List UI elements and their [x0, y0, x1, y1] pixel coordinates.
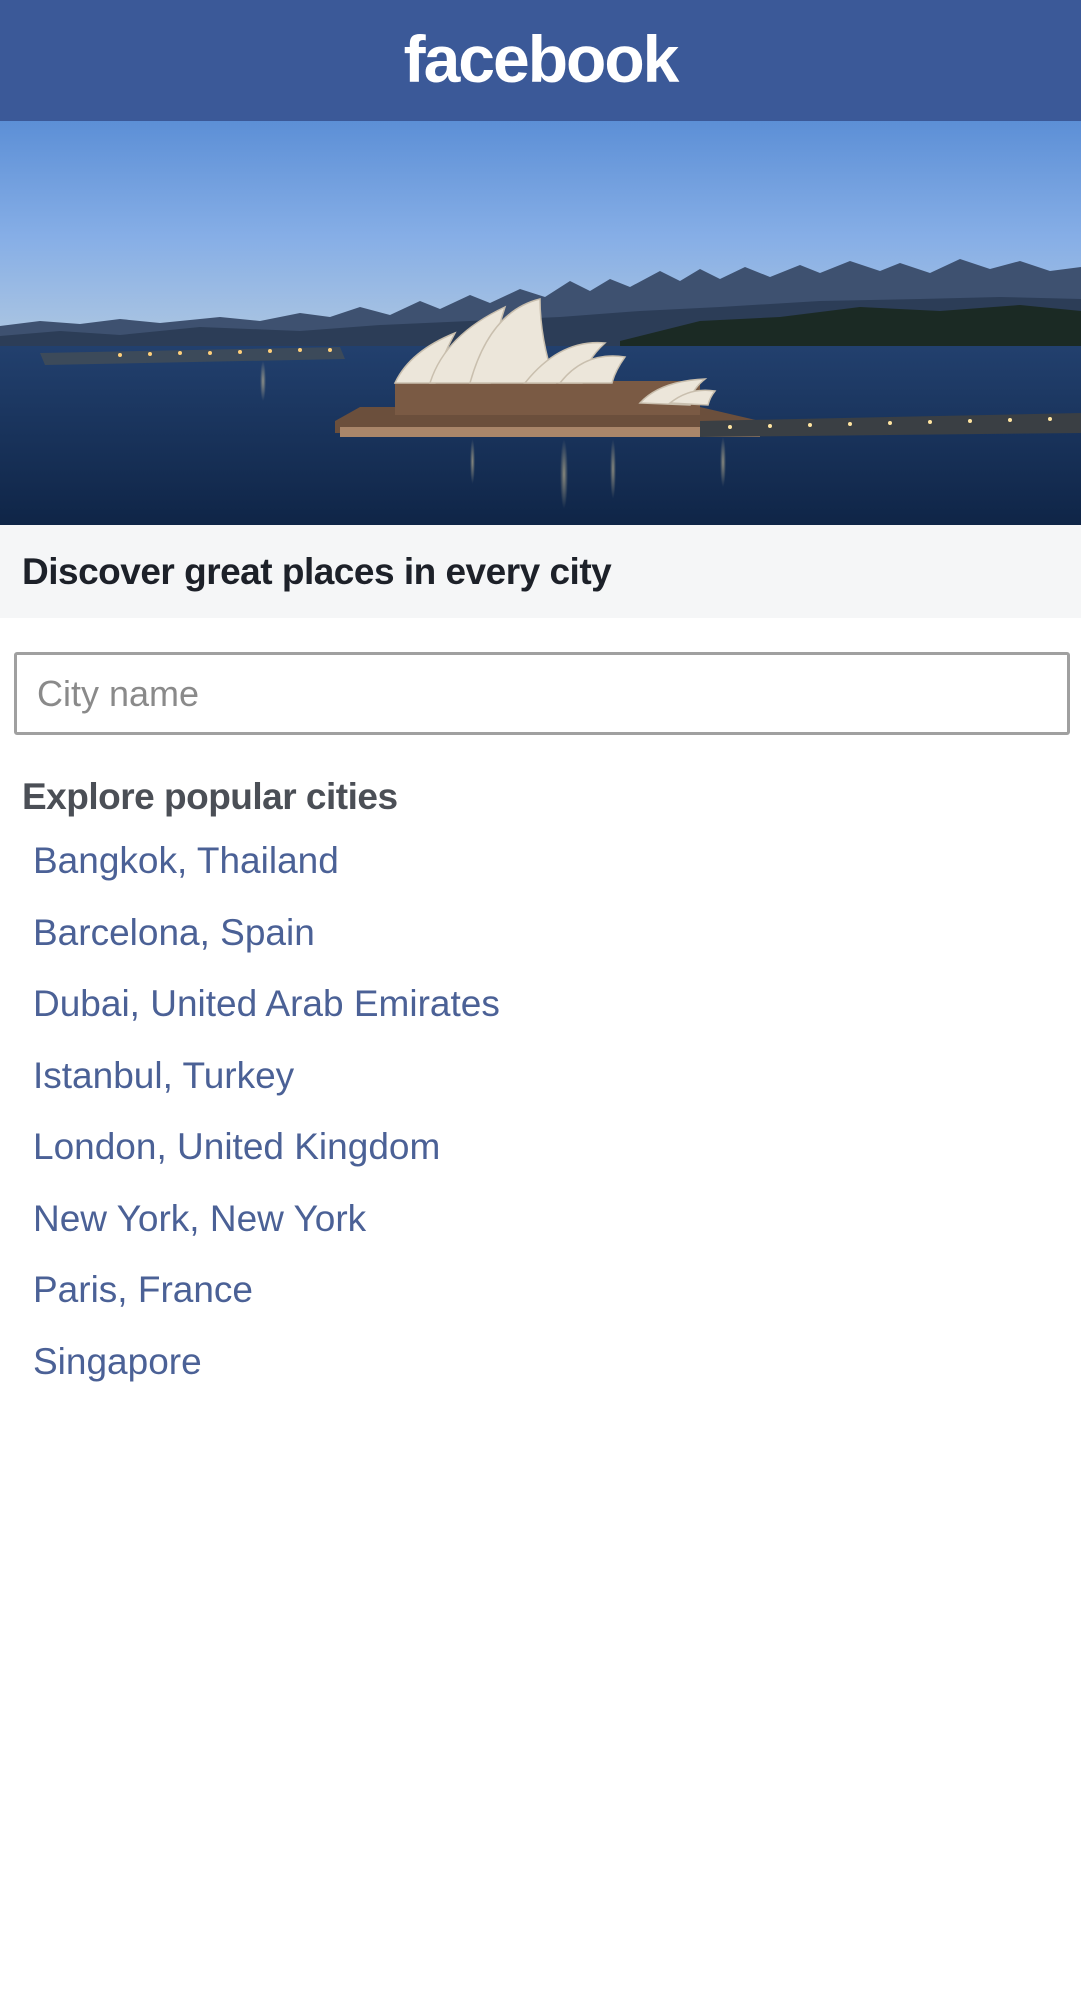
city-link-dubai[interactable]: Dubai, United Arab Emirates	[33, 979, 500, 1051]
tagline-bar: Discover great places in every city	[0, 525, 1081, 618]
city-link-new-york[interactable]: New York, New York	[33, 1194, 500, 1266]
city-link-singapore[interactable]: Singapore	[33, 1337, 500, 1409]
city-link-london[interactable]: London, United Kingdom	[33, 1122, 500, 1194]
city-link-barcelona[interactable]: Barcelona, Spain	[33, 908, 500, 980]
hero-image	[0, 121, 1081, 525]
city-search-input[interactable]	[17, 655, 1067, 732]
city-search-box[interactable]	[14, 652, 1070, 735]
city-link-paris[interactable]: Paris, France	[33, 1265, 500, 1337]
header-bar: facebook	[0, 0, 1081, 121]
page-tagline: Discover great places in every city	[22, 550, 612, 592]
city-link-bangkok[interactable]: Bangkok, Thailand	[33, 836, 500, 908]
explore-heading: Explore popular cities	[22, 776, 398, 817]
city-link-istanbul[interactable]: Istanbul, Turkey	[33, 1051, 500, 1123]
popular-cities-list: Bangkok, Thailand Barcelona, Spain Dubai…	[33, 836, 500, 1408]
facebook-logo[interactable]: facebook	[404, 26, 680, 92]
sydney-opera-house-photo	[0, 121, 1081, 525]
